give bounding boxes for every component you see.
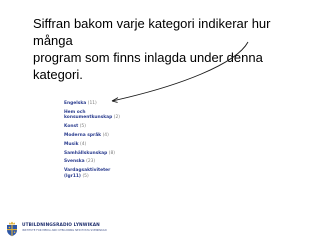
- category-label[interactable]: Musik: [64, 142, 79, 147]
- category-count: (8): [108, 150, 115, 156]
- org-subtitle: INSTITUTE FOR MEDIA AND UTBILDNING NED E…: [22, 229, 107, 232]
- category-item-engelska[interactable]: Engelska (11): [64, 101, 174, 107]
- category-count: (5): [82, 173, 89, 179]
- instruction-caption: Siffran bakom varje kategori indikerar h…: [33, 15, 313, 83]
- category-item-vardagsaktiviteter[interactable]: Vardagsaktiviteter (lgr11) (5): [64, 168, 174, 179]
- category-count: (4): [102, 132, 109, 138]
- category-label[interactable]: Samhällskunskap: [64, 151, 107, 156]
- category-item-samhallskunskap[interactable]: Samhällskunskap (8): [64, 151, 174, 157]
- category-item-musik[interactable]: Musik (4): [64, 142, 174, 148]
- org-name: UTBILDNINGSRADIO LYNWIKAN: [22, 223, 100, 228]
- category-label-cont[interactable]: konsumentkunskap: [64, 115, 112, 120]
- category-label-cont[interactable]: (lgr11): [64, 174, 81, 179]
- category-label[interactable]: Engelska: [64, 101, 86, 106]
- footer-branding: UTBILDNINGSRADIO LYNWIKAN INSTITUTE FOR …: [4, 220, 204, 238]
- category-list: Engelska (11) Hem och konsumentkunskap (2)…: [64, 101, 174, 182]
- caption-line-1: Siffran bakom varje kategori indikerar h…: [33, 16, 271, 48]
- category-count: (11): [87, 101, 97, 106]
- category-item-moderna-sprak[interactable]: Moderna språk (4): [64, 133, 174, 139]
- category-label[interactable]: Svenska: [64, 159, 85, 164]
- category-count: (2): [113, 115, 121, 121]
- category-label[interactable]: Moderna språk: [64, 133, 101, 138]
- caption-line-2: program som finns inlagda under denna ka…: [33, 50, 263, 82]
- category-count: (23): [86, 159, 96, 165]
- category-item-konst[interactable]: Konst (5): [64, 124, 174, 130]
- category-item-svenska[interactable]: Svenska (23): [64, 159, 174, 165]
- category-count: (5): [79, 124, 86, 130]
- category-label[interactable]: Konst: [64, 124, 78, 129]
- crown-shield-crest-icon: [7, 221, 17, 237]
- category-count: (4): [80, 141, 87, 147]
- category-item-hem-och-konsumentkunskap[interactable]: Hem och konsumentkunskap (2): [64, 110, 174, 121]
